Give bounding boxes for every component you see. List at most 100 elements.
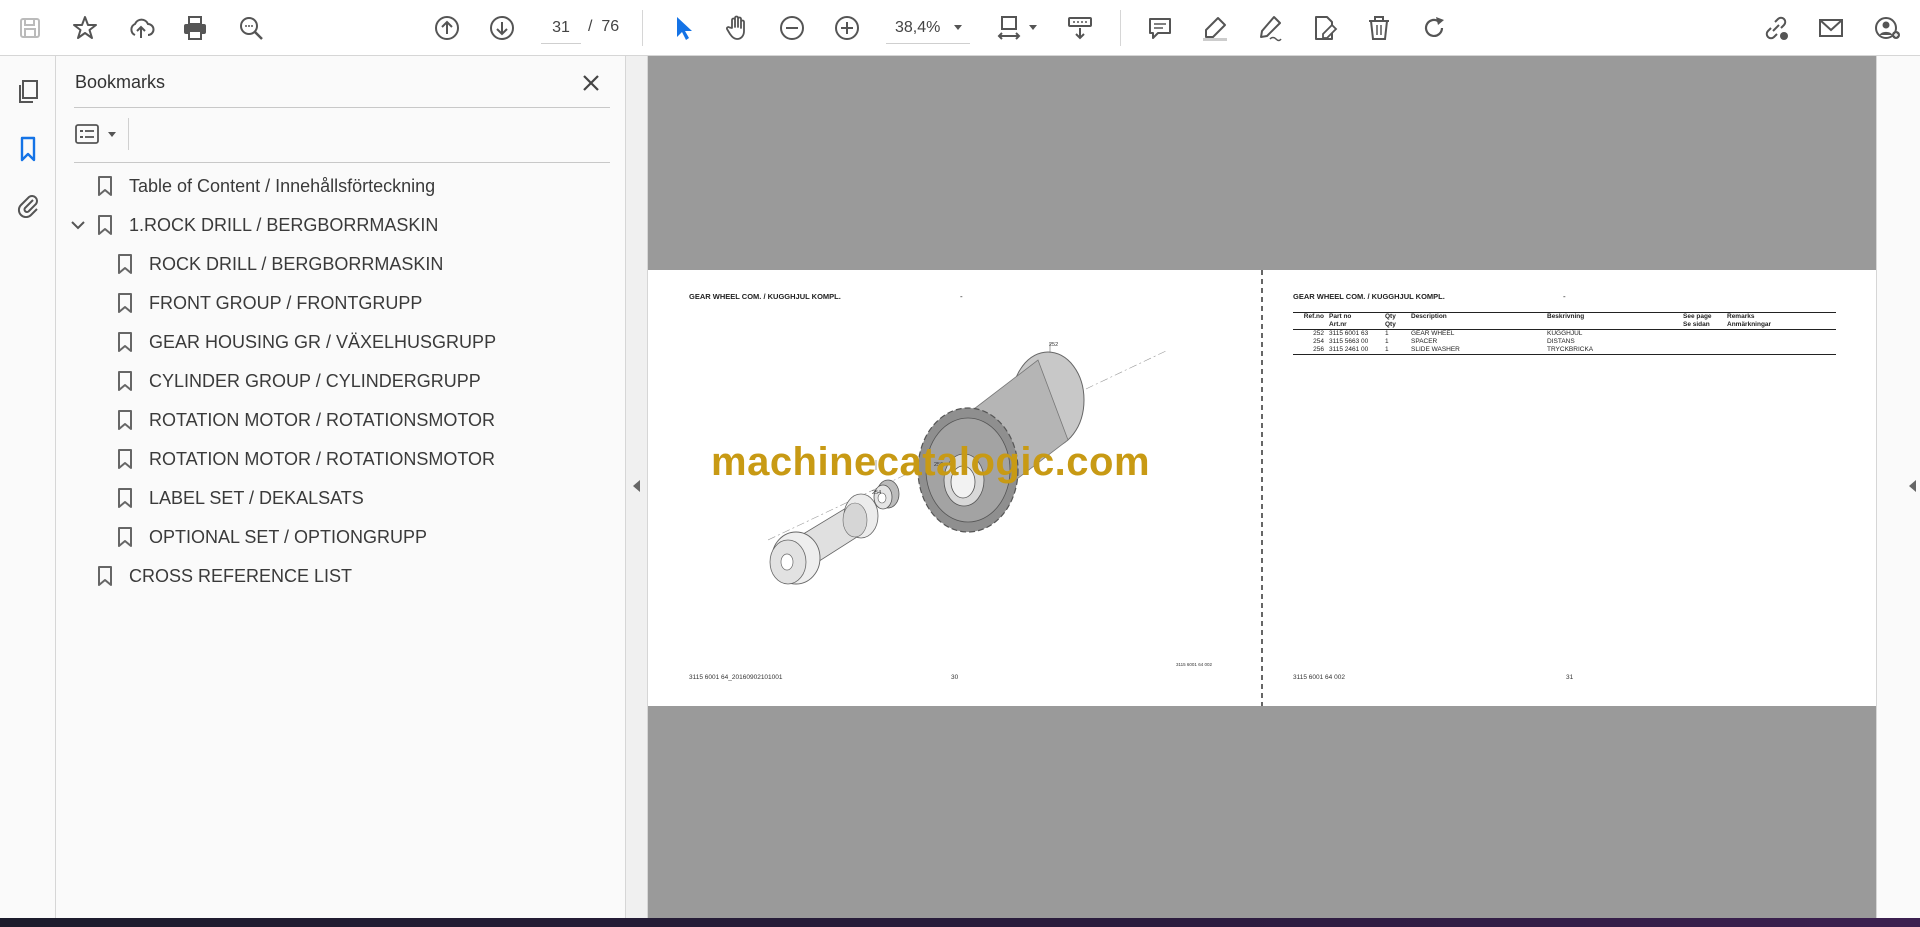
main-toolbar: / 76 38,4%: [0, 0, 1920, 56]
email-icon[interactable]: [1813, 10, 1849, 46]
upload-cloud-icon[interactable]: [123, 10, 159, 46]
bookmark-label: GEAR HOUSING GR / VÄXELHUSGRUPP: [149, 331, 497, 352]
document-page-right: GEAR WHEEL COM. / KUGGHJUL KOMPL. - Ref.…: [1263, 270, 1876, 706]
parts-table: Ref.no Part no Art.nr Qty Qty Description …: [1293, 312, 1836, 355]
rotate-icon[interactable]: [1416, 10, 1452, 46]
bookmarks-panel-title: Bookmarks: [75, 72, 166, 92]
bookmark-label: FRONT GROUP / FRONTGRUPP: [149, 292, 423, 313]
os-taskbar: [0, 918, 1920, 927]
bookmark-item[interactable]: CROSS REFERENCE LIST: [94, 558, 352, 594]
right-panel-rail: [1876, 56, 1920, 918]
close-icon[interactable]: [576, 68, 606, 98]
delete-icon[interactable]: [1361, 10, 1397, 46]
bookmark-item[interactable]: OPTIONAL SET / OPTIONGRUPP: [114, 519, 427, 555]
bookmark-label: ROTATION MOTOR / ROTATIONSMOTOR: [149, 448, 495, 469]
bookmark-item[interactable]: LABEL SET / DEKALSATS: [114, 480, 364, 516]
expand-right-panel-icon[interactable]: [1909, 480, 1916, 492]
panel-divider: [74, 162, 610, 163]
select-cursor-icon[interactable]: [665, 10, 701, 46]
page-thumbnails-icon[interactable]: [10, 74, 46, 110]
header-description: Description: [1411, 313, 1447, 320]
bookmark-options-button[interactable]: [74, 118, 122, 150]
bookmark-item[interactable]: CYLINDER GROUP / CYLINDERGRUPP: [114, 363, 481, 399]
table-row: 252 3115 6001 63 1 GEAR WHEEL KUGGHJUL: [1313, 330, 1583, 337]
part-label: 254: [872, 490, 882, 496]
zoom-level-select[interactable]: 38,4%: [886, 12, 970, 44]
bookmark-icon: [114, 329, 136, 355]
toolbar-divider: [1120, 10, 1121, 46]
left-tool-rail: [0, 56, 56, 918]
page-heading-dash: -: [960, 292, 963, 301]
header-see-page: See page Se sidan: [1683, 313, 1712, 328]
comment-icon[interactable]: [1142, 10, 1178, 46]
bookmark-icon[interactable]: [10, 131, 46, 167]
zoom-level-value: 38,4%: [895, 18, 941, 36]
attachment-icon[interactable]: [10, 186, 46, 222]
page-footer-code: 3115 6001 64 002: [1293, 674, 1345, 681]
collapse-left-icon[interactable]: [633, 480, 640, 492]
bookmark-label: ROCK DRILL / BERGBORRMASKIN: [149, 253, 444, 274]
bookmark-icon: [94, 563, 116, 589]
page-footer-number: 30: [951, 674, 959, 681]
zoom-out-icon[interactable]: [774, 10, 810, 46]
next-page-icon[interactable]: [484, 10, 520, 46]
print-icon[interactable]: [177, 10, 213, 46]
slide-washer-part: [769, 493, 879, 585]
hand-tool-icon[interactable]: [719, 10, 755, 46]
bookmark-icon: [94, 173, 116, 199]
header-qty: Qty Qty: [1385, 313, 1396, 328]
scroll-mode-icon[interactable]: [1062, 10, 1098, 46]
page-number-input[interactable]: [541, 12, 581, 44]
chevron-down-icon: [954, 25, 962, 30]
panel-divider: [74, 107, 610, 108]
bookmark-icon: [114, 407, 136, 433]
bookmark-icon: [114, 485, 136, 511]
bookmark-icon: [114, 368, 136, 394]
bookmark-label: OPTIONAL SET / OPTIONGRUPP: [149, 526, 428, 547]
zoom-in-icon[interactable]: [829, 10, 865, 46]
bookmark-label: Table of Content / Innehållsförteckning: [129, 175, 436, 196]
bookmark-label: 1.ROCK DRILL / BERGBORRMASKIN: [129, 214, 439, 235]
bookmark-item[interactable]: FRONT GROUP / FRONTGRUPP: [114, 285, 422, 321]
draw-pen-icon[interactable]: [1252, 10, 1288, 46]
share-user-icon[interactable]: [1870, 10, 1906, 46]
bookmark-label: CROSS REFERENCE LIST: [129, 565, 353, 586]
share-link-icon[interactable]: [1758, 10, 1794, 46]
watermark-text: machinecatalogic.com: [711, 440, 1151, 484]
bookmark-label: LABEL SET / DEKALSATS: [149, 487, 364, 508]
bookmark-item[interactable]: Table of Content / Innehållsförteckning: [94, 168, 435, 204]
parts-table-header: Ref.no Part no Art.nr Qty Qty Description …: [1293, 313, 1836, 330]
chevron-down-icon: [108, 132, 116, 137]
bookmark-item[interactable]: ROTATION MOTOR / ROTATIONSMOTOR: [114, 402, 495, 438]
bookmark-item[interactable]: ROTATION MOTOR / ROTATIONSMOTOR: [114, 441, 495, 477]
save-icon[interactable]: [12, 10, 48, 46]
header-ref: Ref.no: [1303, 313, 1324, 320]
page-footer-number: 31: [1566, 674, 1574, 681]
document-page-left: GEAR WHEEL COM. / KUGGHJUL KOMPL. - 252 …: [648, 270, 1261, 706]
header-part: Part no Art.nr: [1329, 313, 1352, 328]
bookmark-icon: [114, 290, 136, 316]
bookmark-item[interactable]: ROCK DRILL / BERGBORRMASKIN: [114, 246, 443, 282]
document-view[interactable]: GEAR WHEEL COM. / KUGGHJUL KOMPL. - 252 …: [648, 56, 1876, 918]
edit-document-icon[interactable]: [1306, 10, 1342, 46]
previous-page-icon[interactable]: [429, 10, 465, 46]
bookmark-item[interactable]: 1.ROCK DRILL / BERGBORRMASKIN: [94, 207, 438, 243]
bookmark-item[interactable]: GEAR HOUSING GR / VÄXELHUSGRUPP: [114, 324, 496, 360]
page-total: / 76: [588, 18, 620, 35]
bookmark-icon: [114, 251, 136, 277]
star-icon[interactable]: [67, 10, 103, 46]
search-zoom-icon[interactable]: [233, 10, 269, 46]
bookmark-label: ROTATION MOTOR / ROTATIONSMOTOR: [149, 409, 495, 430]
panel-collapse-strip[interactable]: [626, 56, 648, 918]
list-options-icon: [75, 124, 99, 144]
toolbar-divider: [128, 118, 129, 150]
page-heading: GEAR WHEEL COM. / KUGGHJUL KOMPL.: [1293, 292, 1445, 301]
chevron-down-icon[interactable]: [69, 216, 87, 234]
bookmark-icon: [114, 446, 136, 472]
part-label: 252: [1049, 342, 1059, 348]
highlight-pen-icon[interactable]: [1197, 10, 1233, 46]
page-fit-icon[interactable]: [992, 10, 1028, 46]
chevron-down-icon[interactable]: [1029, 25, 1037, 30]
bookmark-icon: [114, 524, 136, 550]
bookmark-label: CYLINDER GROUP / CYLINDERGRUPP: [149, 370, 481, 391]
